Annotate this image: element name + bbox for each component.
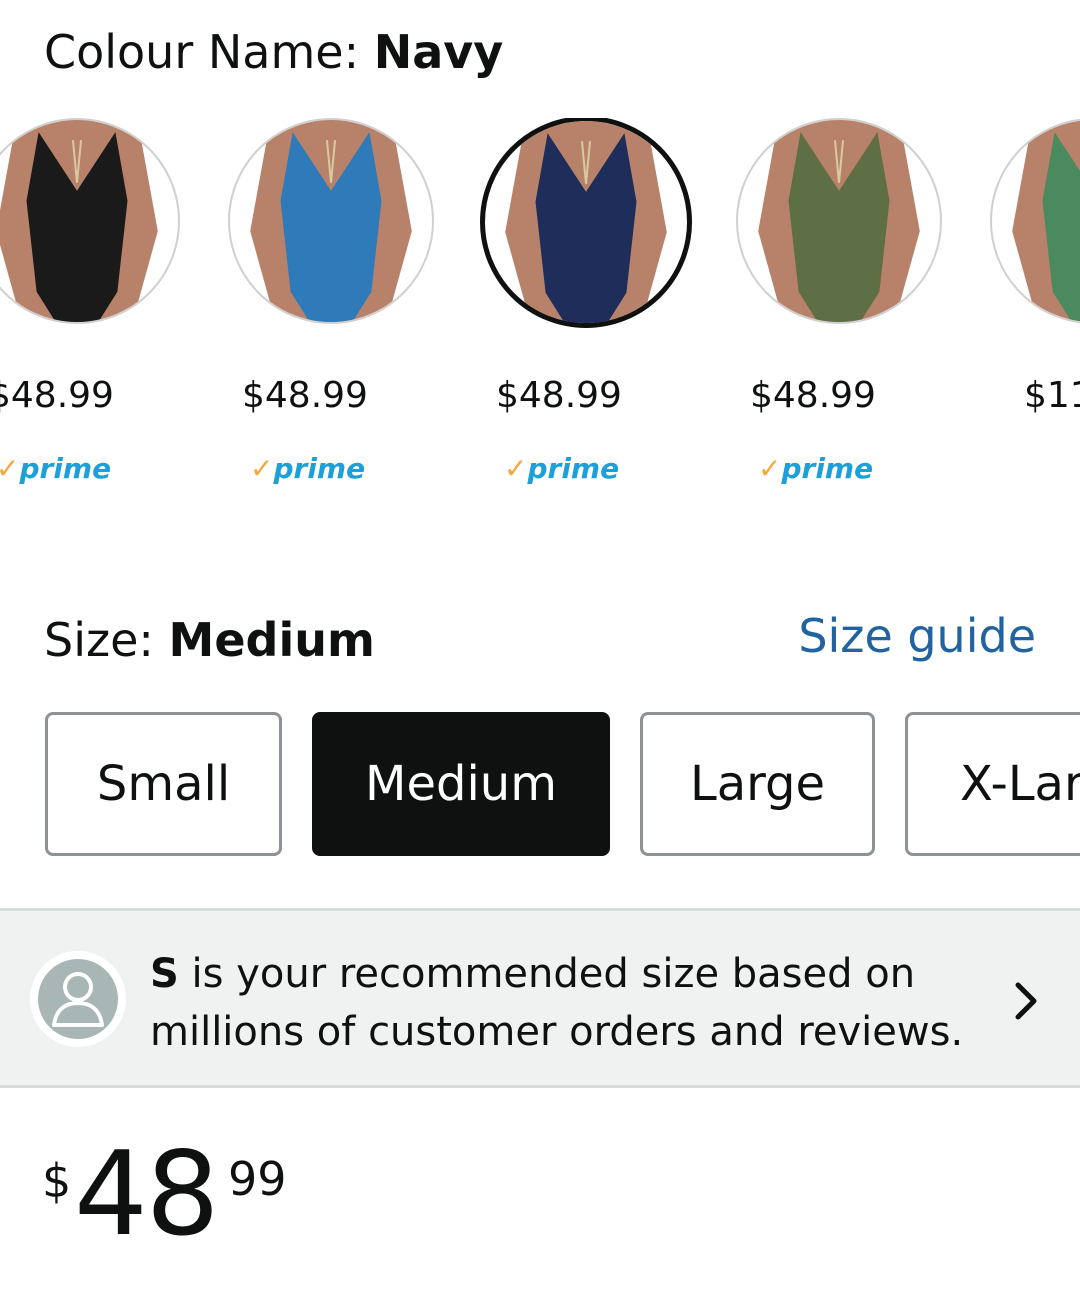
swatch-image xyxy=(480,118,692,328)
size-option-large[interactable]: Large xyxy=(640,712,875,856)
size-selected-name: Medium xyxy=(168,613,375,667)
prime-word: prime xyxy=(19,452,112,485)
size-heading: Size: Medium xyxy=(44,612,375,668)
size-recommendation-banner[interactable]: S is your recommended size based on mill… xyxy=(0,908,1080,1088)
swatch-image xyxy=(990,118,1080,324)
swimsuit-image xyxy=(505,121,667,323)
swimsuit-image xyxy=(1012,120,1080,322)
prime-check-icon: ✓ xyxy=(758,452,782,485)
size-option-medium[interactable]: Medium xyxy=(312,712,610,856)
price-currency-symbol: $ xyxy=(42,1154,72,1208)
prime-badge: ✓prime xyxy=(758,452,873,486)
swimsuit-image xyxy=(0,120,158,322)
size-options-row: Small Medium Large X-Lar xyxy=(0,712,1080,862)
chevron-right-icon[interactable] xyxy=(1008,977,1044,1025)
colour-swatch-row: $48.99 ✓prime $48.99 ✓prime $48.99 ✓prim… xyxy=(0,118,1080,518)
user-avatar-icon xyxy=(30,951,126,1047)
size-guide-link[interactable]: Size guide xyxy=(798,608,1036,664)
swatch-image xyxy=(736,118,942,324)
recommendation-message: is your recommended size based on millio… xyxy=(150,951,964,1055)
prime-word: prime xyxy=(527,452,620,485)
prime-check-icon: ✓ xyxy=(504,452,528,485)
prime-word: prime xyxy=(781,452,874,485)
prime-word: prime xyxy=(273,452,366,485)
swatch-army-green[interactable]: $48.99 ✓prime xyxy=(736,118,946,498)
colour-label: Colour Name: xyxy=(44,25,374,79)
swatch-price: $48.99 xyxy=(242,375,368,416)
swatch-black[interactable]: $48.99 ✓prime xyxy=(0,118,184,498)
swatch-image xyxy=(228,118,434,324)
swimsuit-image xyxy=(758,120,920,322)
swimsuit-image xyxy=(250,120,412,322)
size-option-x-large[interactable]: X-Lar xyxy=(905,712,1080,856)
price-whole: 48 xyxy=(74,1127,220,1262)
recommendation-text: S is your recommended size based on mill… xyxy=(150,945,990,1061)
prime-check-icon: ✓ xyxy=(0,452,20,485)
swatch-navy[interactable]: $48.99 ✓prime xyxy=(480,118,692,498)
colour-selected-name: Navy xyxy=(373,25,504,79)
size-option-small[interactable]: Small xyxy=(45,712,282,856)
prime-check-icon: ✓ xyxy=(250,452,274,485)
prime-badge: ✓prime xyxy=(0,452,111,486)
prime-badge: ✓prime xyxy=(250,452,365,486)
prime-badge: ✓prime xyxy=(504,452,619,486)
swatch-image xyxy=(0,118,180,324)
recommended-size: S xyxy=(150,951,179,997)
user-silhouette-icon xyxy=(52,972,104,1027)
swatch-price: $48.99 xyxy=(496,375,622,416)
colour-heading: Colour Name: Navy xyxy=(44,24,503,80)
price-fraction: 99 xyxy=(228,1152,287,1206)
swatch-price: $48.99 xyxy=(750,375,876,416)
swatch-price: $11 xyxy=(1024,375,1080,416)
swatch-blue[interactable]: $48.99 ✓prime xyxy=(228,118,438,498)
size-label: Size: xyxy=(44,613,169,667)
swatch-green[interactable]: $11 xyxy=(990,118,1080,498)
swatch-price: $48.99 xyxy=(0,375,114,416)
